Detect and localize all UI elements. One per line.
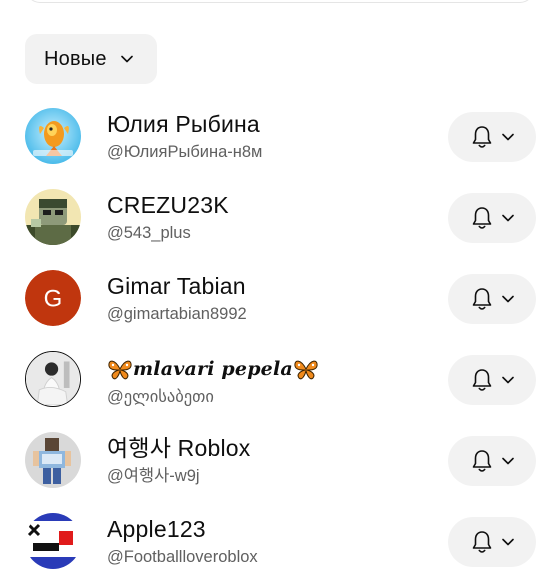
chevron-down-icon xyxy=(502,295,514,303)
notifications-button[interactable] xyxy=(448,355,536,405)
subscription-list: Юлия Рыбина @ЮлияРыбина-н8м CREZU23K @54… xyxy=(0,96,560,582)
notifications-button[interactable] xyxy=(448,274,536,324)
list-item[interactable]: Apple123 @Footballloveroblox xyxy=(0,501,560,582)
channel-name[interactable]: CREZU23K xyxy=(107,191,437,219)
channel-name[interactable]: mlavari pepela xyxy=(107,353,437,383)
list-item[interactable]: CREZU23K @543_plus xyxy=(0,177,560,258)
channel-name[interactable]: 여행사 Roblox xyxy=(107,434,437,462)
notifications-button[interactable] xyxy=(448,436,536,486)
avatar-letter: G xyxy=(44,286,63,313)
channel-name[interactable]: Gimar Tabian xyxy=(107,272,437,300)
chevron-down-icon xyxy=(502,133,514,141)
butterfly-icon xyxy=(294,360,318,380)
channel-name-text: mlavari pepela xyxy=(133,357,293,380)
chevron-down-icon xyxy=(502,457,514,465)
bell-icon xyxy=(472,369,492,391)
list-item[interactable]: Юлия Рыбина @ЮлияРыбина-н8м xyxy=(0,96,560,177)
channel-handle: @여행사-w9j xyxy=(107,467,200,485)
channel-handle: @Footballloveroblox xyxy=(107,548,258,566)
letter-avatar[interactable]: G xyxy=(25,270,81,326)
channel-handle: @543_plus xyxy=(107,224,191,242)
logo-avatar[interactable] xyxy=(25,513,81,569)
chevron-down-icon xyxy=(502,538,514,546)
list-item[interactable]: 여행사 Roblox @여행사-w9j xyxy=(0,420,560,501)
goldfish-avatar[interactable] xyxy=(25,108,81,164)
list-item[interactable]: G Gimar Tabian @gimartabian8992 xyxy=(0,258,560,339)
bell-icon xyxy=(472,207,492,229)
channel-handle: @gimartabian8992 xyxy=(107,305,247,323)
bell-icon xyxy=(472,531,492,553)
butterfly-icon xyxy=(108,360,132,380)
channel-name[interactable]: Apple123 xyxy=(107,515,437,543)
notifications-button[interactable] xyxy=(448,112,536,162)
list-item[interactable]: mlavari pepela @ელისაბეთი xyxy=(0,339,560,420)
photo-avatar[interactable] xyxy=(25,351,81,407)
bell-icon xyxy=(472,288,492,310)
channel-name[interactable]: Юлия Рыбина xyxy=(107,110,437,138)
notifications-button[interactable] xyxy=(448,193,536,243)
search-bar-edge xyxy=(26,0,534,3)
sort-label: Новые xyxy=(44,47,107,70)
channel-handle: @ელისაბეთი xyxy=(107,387,214,406)
chevron-down-icon xyxy=(502,214,514,222)
roblox-avatar[interactable] xyxy=(25,432,81,488)
chevron-down-icon xyxy=(502,376,514,384)
chevron-down-icon xyxy=(120,55,133,63)
character-avatar[interactable] xyxy=(25,189,81,245)
sort-dropdown[interactable]: Новые xyxy=(25,34,157,84)
bell-icon xyxy=(472,126,492,148)
channel-handle: @ЮлияРыбина-н8м xyxy=(107,143,263,161)
bell-icon xyxy=(472,450,492,472)
